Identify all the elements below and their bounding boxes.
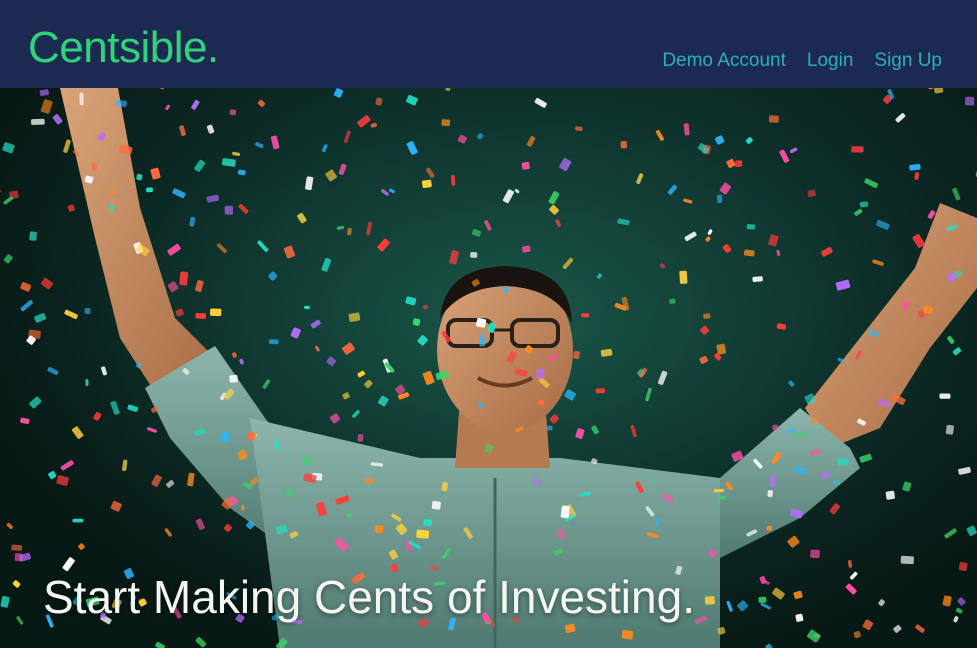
navbar: Centsible. Demo Account Login Sign Up bbox=[0, 0, 977, 88]
confetti-piece bbox=[795, 613, 804, 622]
confetti-piece bbox=[573, 350, 580, 360]
confetti-piece bbox=[195, 312, 207, 319]
confetti-piece bbox=[536, 368, 545, 379]
confetti-piece bbox=[810, 549, 820, 559]
confetti-piece bbox=[560, 505, 570, 519]
confetti-piece bbox=[767, 490, 773, 497]
nav-login-link[interactable]: Login bbox=[807, 49, 854, 73]
confetti-piece bbox=[859, 201, 869, 208]
confetti-piece bbox=[713, 488, 725, 493]
confetti-piece bbox=[431, 501, 441, 510]
confetti-piece bbox=[743, 249, 755, 257]
nav-demo-account-link[interactable]: Demo Account bbox=[662, 49, 786, 73]
confetti-piece bbox=[900, 555, 914, 565]
confetti-piece bbox=[766, 525, 773, 531]
confetti-piece bbox=[521, 161, 530, 170]
confetti-piece bbox=[752, 276, 763, 282]
confetti-piece bbox=[772, 424, 779, 431]
hero-section: Start Making Cents of Investing. bbox=[0, 88, 977, 648]
confetti-piece bbox=[595, 388, 606, 394]
confetti-piece bbox=[79, 92, 84, 106]
confetti-piece bbox=[84, 307, 91, 315]
confetti-piece bbox=[768, 115, 779, 123]
confetti-piece bbox=[851, 146, 864, 153]
confetti-piece bbox=[229, 374, 238, 383]
confetti-piece bbox=[229, 109, 237, 116]
confetti-piece bbox=[29, 231, 37, 241]
confetti-piece bbox=[412, 318, 421, 326]
confetti-piece bbox=[703, 313, 711, 319]
confetti-piece bbox=[716, 194, 723, 204]
confetti-piece bbox=[209, 308, 222, 317]
confetti-piece bbox=[546, 425, 553, 431]
confetti-piece bbox=[758, 596, 767, 603]
confetti-piece bbox=[364, 478, 374, 484]
confetti-piece bbox=[421, 179, 432, 189]
confetti-piece bbox=[837, 457, 849, 466]
nav-links: Demo Account Login Sign Up bbox=[662, 49, 942, 73]
nav-signup-link[interactable]: Sign Up bbox=[874, 49, 942, 73]
confetti-piece bbox=[224, 205, 233, 215]
confetti-piece bbox=[179, 271, 189, 286]
confetti-piece bbox=[115, 99, 127, 108]
confetti-piece bbox=[423, 518, 433, 527]
confetti-piece bbox=[807, 189, 816, 198]
hero-image bbox=[0, 88, 977, 648]
hero-headline: Start Making Cents of Investing. bbox=[43, 571, 695, 623]
confetti-piece bbox=[885, 490, 895, 500]
confetti-piece bbox=[557, 529, 566, 539]
confetti-piece bbox=[621, 629, 634, 640]
confetti-piece bbox=[704, 596, 715, 605]
confetti-piece bbox=[39, 89, 49, 96]
confetti-piece bbox=[85, 379, 89, 387]
confetti-piece bbox=[679, 270, 688, 284]
confetti-piece bbox=[241, 504, 245, 511]
confetti-piece bbox=[91, 162, 97, 171]
brand-logo[interactable]: Centsible. bbox=[28, 22, 219, 74]
confetti-piece bbox=[958, 561, 968, 572]
confetti-piece bbox=[416, 529, 430, 539]
confetti-piece bbox=[537, 399, 545, 406]
confetti-piece bbox=[581, 313, 590, 318]
page: Centsible. Demo Account Login Sign Up St… bbox=[0, 0, 977, 648]
confetti-piece bbox=[470, 252, 478, 258]
confetti-piece bbox=[441, 119, 451, 127]
confetti-piece bbox=[146, 187, 153, 193]
confetti-piece bbox=[746, 224, 756, 230]
confetti-piece bbox=[357, 434, 364, 442]
confetti-piece bbox=[374, 525, 384, 534]
confetti-piece bbox=[965, 96, 975, 106]
confetti-piece bbox=[422, 304, 429, 310]
confetti-piece bbox=[620, 141, 627, 149]
confetti-piece bbox=[451, 175, 456, 186]
confetti-piece bbox=[72, 518, 84, 523]
confetti-piece bbox=[716, 343, 726, 355]
confetti-piece bbox=[11, 544, 23, 551]
confetti-piece bbox=[770, 474, 776, 488]
confetti-piece bbox=[650, 477, 655, 483]
confetti-piece bbox=[945, 424, 954, 435]
confetti-piece bbox=[31, 118, 45, 126]
confetti-piece bbox=[478, 333, 486, 347]
confetti-piece bbox=[269, 339, 279, 345]
confetti-piece bbox=[939, 393, 951, 399]
confetti-piece bbox=[735, 160, 743, 168]
